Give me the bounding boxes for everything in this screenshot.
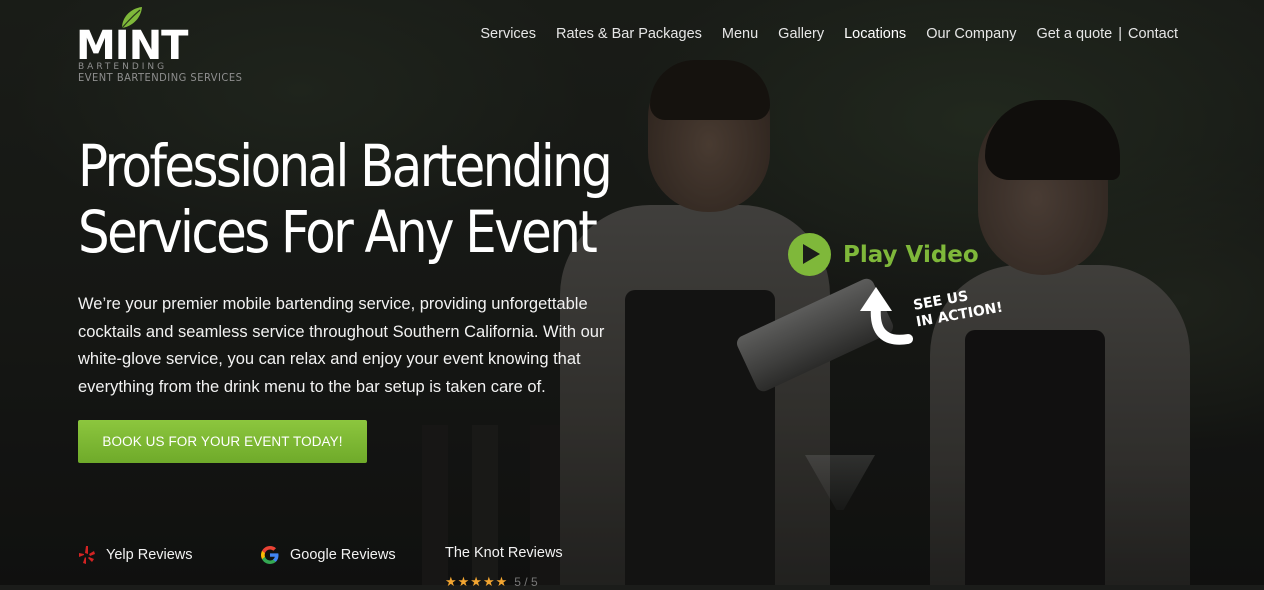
nav-locations[interactable]: Locations bbox=[844, 26, 906, 42]
nav-rates-bar-packages[interactable]: Rates & Bar Packages bbox=[556, 26, 702, 42]
hero-title: Professional Bartending Services For Any… bbox=[78, 132, 613, 266]
nav-menu[interactable]: Menu bbox=[722, 26, 758, 42]
curved-arrow-icon bbox=[860, 287, 913, 345]
hero-title-line-2: Services For Any Event bbox=[78, 198, 598, 266]
nav-get-a-quote[interactable]: Get a quote bbox=[1036, 26, 1112, 42]
play-video-label[interactable]: Play Video bbox=[843, 242, 979, 268]
google-icon bbox=[261, 546, 279, 564]
nav-contact[interactable]: Contact bbox=[1128, 26, 1178, 42]
play-circle-icon[interactable] bbox=[788, 233, 831, 276]
nav-services[interactable]: Services bbox=[480, 26, 536, 42]
nav-gallery[interactable]: Gallery bbox=[778, 26, 824, 42]
the-knot-reviews-label[interactable]: The Knot Reviews bbox=[445, 545, 563, 561]
hero-title-line-1: Professional Bartending bbox=[78, 132, 613, 200]
yelp-reviews-label[interactable]: Yelp Reviews bbox=[106, 547, 193, 563]
google-reviews-label[interactable]: Google Reviews bbox=[290, 547, 396, 563]
google-reviews-link[interactable]: Google Reviews bbox=[260, 545, 396, 565]
site-logo[interactable]: MINT BARTENDING EVENT BARTENDING SERVICE… bbox=[76, 6, 246, 86]
rating-value: 5 / 5 bbox=[514, 575, 538, 589]
yelp-reviews-link[interactable]: Yelp Reviews bbox=[78, 545, 193, 565]
the-knot-rating: ★★★★★ 5 / 5 bbox=[445, 574, 538, 590]
logo-wordmark: MINT bbox=[76, 23, 188, 69]
logo-tagline: EVENT BARTENDING SERVICES bbox=[78, 71, 243, 84]
yelp-icon bbox=[79, 546, 95, 564]
the-knot-reviews-link[interactable]: The Knot Reviews bbox=[445, 545, 563, 561]
nav-quote-contact-group: Get a quote | Contact bbox=[1036, 26, 1178, 42]
star-rating-icon: ★★★★★ bbox=[445, 574, 509, 589]
nav-separator: | bbox=[1118, 26, 1123, 42]
main-navigation: Services Rates & Bar Packages Menu Galle… bbox=[480, 26, 1178, 42]
book-event-button[interactable]: BOOK US FOR YOUR EVENT TODAY! bbox=[78, 420, 367, 463]
play-video-button[interactable]: Play Video bbox=[788, 233, 979, 276]
nav-our-company[interactable]: Our Company bbox=[926, 26, 1016, 42]
hero-description: We’re your premier mobile bartending ser… bbox=[78, 295, 605, 396]
